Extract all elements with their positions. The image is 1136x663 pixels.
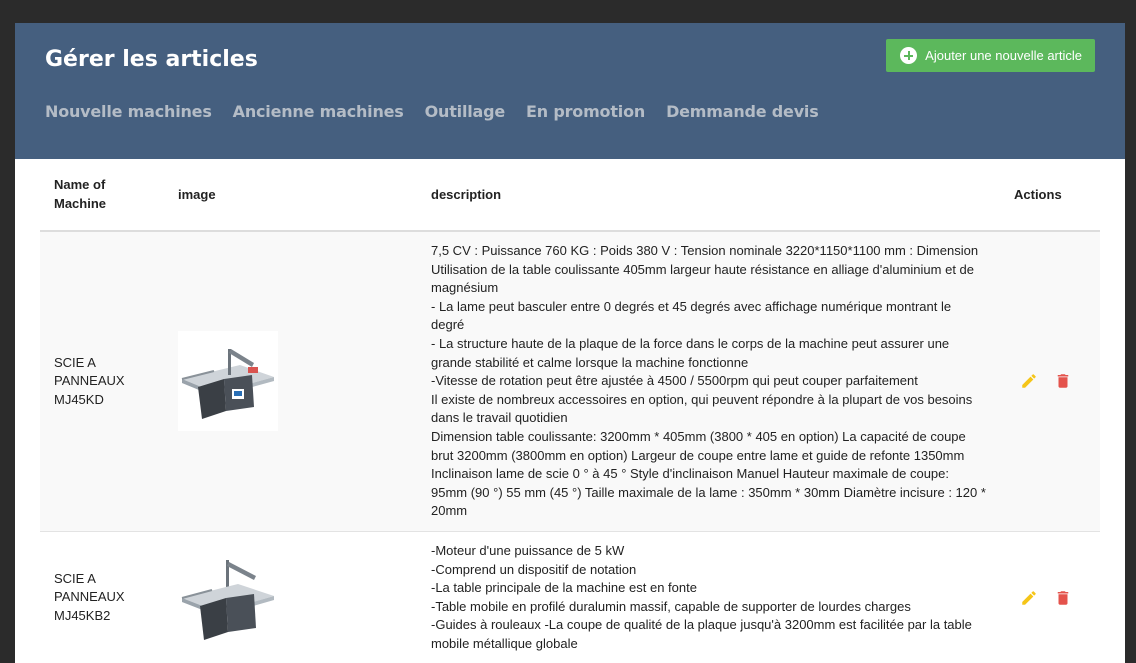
description-line: -La table principale de la machine est e… bbox=[431, 580, 697, 596]
add-article-label: Ajouter une nouvelle article bbox=[925, 48, 1082, 63]
row-actions bbox=[1014, 589, 1100, 607]
nav-outillage[interactable]: Outillage bbox=[425, 102, 506, 121]
machine-image-cell bbox=[164, 231, 417, 532]
machine-image-cell bbox=[164, 531, 417, 663]
table-row: SCIE A PANNEAUX MJ45KB2 -Moteur d'une pu… bbox=[40, 531, 1100, 663]
plus-circle-icon bbox=[900, 47, 918, 64]
nav-en-promotion[interactable]: En promotion bbox=[526, 102, 645, 121]
page-header: Gérer les articles Ajouter une nouvelle … bbox=[15, 23, 1125, 159]
description-line: Dimension table coulissante: 3200mm * 40… bbox=[431, 428, 986, 519]
trash-icon bbox=[1057, 590, 1069, 605]
machine-description-cell: 7,5 CV : Puissance 760 KG : Poids 380 V … bbox=[417, 231, 1000, 532]
articles-panel: Gérer les articles Ajouter une nouvelle … bbox=[15, 23, 1125, 663]
description-line: -Comprend un dispositif de notation bbox=[431, 561, 637, 577]
delete-button[interactable] bbox=[1054, 372, 1072, 390]
nav-ancienne-machines[interactable]: Ancienne machines bbox=[233, 102, 404, 121]
add-article-button[interactable]: Ajouter une nouvelle article bbox=[886, 39, 1095, 72]
category-nav: Nouvelle machines Ancienne machines Outi… bbox=[45, 102, 819, 121]
machine-image[interactable] bbox=[178, 547, 278, 648]
nav-demmande-devis[interactable]: Demmande devis bbox=[666, 102, 819, 121]
articles-table: Name of Machine image description Action… bbox=[40, 159, 1100, 663]
description-line: -Vitesse de rotation peut être ajustée à… bbox=[431, 373, 918, 389]
description-line: - La lame peut basculer entre 0 degrés e… bbox=[431, 298, 952, 333]
delete-button[interactable] bbox=[1054, 589, 1072, 607]
pencil-icon bbox=[1022, 374, 1036, 389]
column-header-description: description bbox=[417, 159, 1000, 232]
actions-cell bbox=[1000, 231, 1100, 532]
pencil-icon bbox=[1022, 590, 1036, 605]
machine-name-cell: SCIE A PANNEAUX MJ45KB2 bbox=[40, 531, 164, 663]
row-actions bbox=[1014, 372, 1100, 390]
nav-nouvelle-machines[interactable]: Nouvelle machines bbox=[45, 102, 212, 121]
edit-button[interactable] bbox=[1020, 372, 1038, 390]
description-line: -Guides à rouleaux -La coupe de qualité … bbox=[431, 617, 972, 651]
table-header-row: Name of Machine image description Action… bbox=[40, 159, 1100, 232]
description-line: - La structure haute de la plaque de la … bbox=[431, 335, 950, 370]
machine-description-cell: -Moteur d'une puissance de 5 kW -Compren… bbox=[417, 531, 1000, 663]
description-line: -Table mobile en profilé duralumin massi… bbox=[431, 598, 911, 614]
column-header-name: Name of Machine bbox=[40, 159, 164, 232]
edit-button[interactable] bbox=[1020, 589, 1038, 607]
machine-image[interactable] bbox=[178, 331, 278, 432]
description-line: 7,5 CV : Puissance 760 KG : Poids 380 V … bbox=[431, 243, 979, 296]
description-line: Il existe de nombreux accessoires en opt… bbox=[431, 391, 973, 426]
page-title: Gérer les articles bbox=[45, 47, 258, 72]
trash-icon bbox=[1057, 374, 1069, 389]
machine-name-cell: SCIE A PANNEAUX MJ45KD bbox=[40, 231, 164, 532]
articles-table-wrapper: Name of Machine image description Action… bbox=[40, 159, 1100, 663]
column-header-actions: Actions bbox=[1000, 159, 1100, 232]
actions-cell bbox=[1000, 531, 1100, 663]
table-row: SCIE A PANNEAUX MJ45KD 7,5 CV: Puissanc… bbox=[40, 231, 1100, 532]
column-header-image: image bbox=[164, 159, 417, 232]
description-line: -Moteur d'une puissance de 5 kW bbox=[431, 542, 625, 558]
